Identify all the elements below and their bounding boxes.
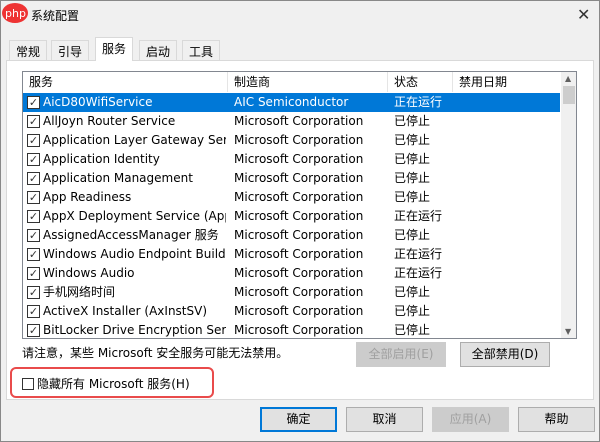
service-checkbox[interactable]: ✓ <box>27 96 40 109</box>
service-status: 已停止 <box>394 152 431 166</box>
service-row[interactable]: ✓ AicD80WifiService AIC Semiconductor 正在… <box>23 93 560 112</box>
close-icon[interactable]: ✕ <box>577 5 590 24</box>
service-checkbox[interactable]: ✓ <box>27 305 40 318</box>
service-row[interactable]: ✓ AllJoyn Router Service Microsoft Corpo… <box>23 112 560 131</box>
service-manufacturer: AIC Semiconductor <box>234 95 349 109</box>
column-disabled-date[interactable]: 禁用日期 <box>453 72 561 92</box>
column-manufacturer[interactable]: 制造商 <box>228 72 388 92</box>
service-status: 已停止 <box>394 133 431 147</box>
service-status: 已停止 <box>394 304 431 318</box>
service-name: BitLocker Drive Encryption Service <box>43 323 226 337</box>
service-name: Application Identity <box>43 152 160 166</box>
service-status: 已停止 <box>394 323 431 337</box>
service-manufacturer: Microsoft Corporation <box>234 209 364 223</box>
service-status: 正在运行 <box>394 247 443 261</box>
service-manufacturer: Microsoft Corporation <box>234 266 364 280</box>
services-list[interactable]: 服务 制造商 状态 禁用日期 ✓ AicD80WifiService AIC S… <box>22 71 577 339</box>
service-checkbox[interactable]: ✓ <box>27 210 40 223</box>
hide-ms-services-checkbox[interactable]: 隐藏所有 Microsoft 服务(H) <box>22 375 190 392</box>
service-manufacturer: Microsoft Corporation <box>234 285 364 299</box>
help-button[interactable]: 帮助 <box>518 407 595 432</box>
window-title: 系统配置 <box>31 9 80 23</box>
service-name: Windows Audio <box>43 266 135 280</box>
service-manufacturer: Microsoft Corporation <box>234 190 364 204</box>
service-checkbox[interactable]: ✓ <box>27 286 40 299</box>
column-status[interactable]: 状态 <box>388 72 453 92</box>
service-name: ActiveX Installer (AxInstSV) <box>43 304 208 318</box>
service-row[interactable]: ✓ 手机网络时间 Microsoft Corporation 已停止 <box>23 283 560 302</box>
apply-button[interactable]: 应用(A) <box>432 407 509 432</box>
service-manufacturer: Microsoft Corporation <box>234 114 364 128</box>
service-manufacturer: Microsoft Corporation <box>234 304 364 318</box>
service-checkbox[interactable]: ✓ <box>27 267 40 280</box>
service-row[interactable]: ✓ Application Layer Gateway Service Micr… <box>23 131 560 150</box>
service-manufacturer: Microsoft Corporation <box>234 152 364 166</box>
service-status: 正在运行 <box>394 95 443 109</box>
service-name: AppX Deployment Service (AppX... <box>43 209 226 223</box>
note-text: 请注意，某些 Microsoft 安全服务可能无法禁用。 <box>22 346 289 360</box>
service-row[interactable]: ✓ AssignedAccessManager 服务 Microsoft Cor… <box>23 226 560 245</box>
service-checkbox[interactable]: ✓ <box>27 153 40 166</box>
service-name: 手机网络时间 <box>43 285 116 299</box>
svg-text:php: php <box>5 7 26 20</box>
service-status: 正在运行 <box>394 209 443 223</box>
service-checkbox[interactable]: ✓ <box>27 248 40 261</box>
tab-startup[interactable]: 启动 <box>139 40 178 60</box>
service-row[interactable]: ✓ ActiveX Installer (AxInstSV) Microsoft… <box>23 302 560 321</box>
disable-all-button[interactable]: 全部禁用(D) <box>460 342 550 367</box>
service-name: Windows Audio Endpoint Builder <box>43 247 226 261</box>
service-checkbox[interactable]: ✓ <box>27 191 40 204</box>
service-row[interactable]: ✓ AppX Deployment Service (AppX... Micro… <box>23 207 560 226</box>
column-service[interactable]: 服务 <box>23 72 228 92</box>
tab-boot[interactable]: 引导 <box>51 40 90 60</box>
service-row[interactable]: ✓ Windows Audio Microsoft Corporation 正在… <box>23 264 560 283</box>
scrollbar[interactable]: ▲ ▼ <box>561 72 576 338</box>
service-manufacturer: Microsoft Corporation <box>234 228 364 242</box>
service-name: AicD80WifiService <box>43 93 226 112</box>
service-checkbox[interactable]: ✓ <box>27 115 40 128</box>
service-name: AssignedAccessManager 服务 <box>43 228 219 242</box>
service-status: 正在运行 <box>394 266 443 280</box>
service-status: 已停止 <box>394 228 431 242</box>
tab-services[interactable]: 服务 <box>95 37 134 61</box>
service-name: Application Layer Gateway Service <box>43 133 226 147</box>
service-manufacturer: Microsoft Corporation <box>234 133 364 147</box>
service-checkbox[interactable]: ✓ <box>27 229 40 242</box>
tab-general[interactable]: 常规 <box>9 40 48 60</box>
tab-tools[interactable]: 工具 <box>182 40 221 60</box>
service-name: Application Management <box>43 171 193 185</box>
service-row[interactable]: ✓ Application Identity Microsoft Corpora… <box>23 150 560 169</box>
service-status: 已停止 <box>394 171 431 185</box>
service-name: App Readiness <box>43 190 132 204</box>
checkbox-box[interactable] <box>22 377 34 390</box>
enable-all-button[interactable]: 全部启用(E) <box>356 342 446 367</box>
service-manufacturer: Microsoft Corporation <box>234 171 364 185</box>
cancel-button[interactable]: 取消 <box>346 407 423 432</box>
service-row[interactable]: ✓ Windows Audio Endpoint Builder Microso… <box>23 245 560 264</box>
service-checkbox[interactable]: ✓ <box>27 324 40 337</box>
service-row[interactable]: ✓ BitLocker Drive Encryption Service Mic… <box>23 321 560 338</box>
service-row[interactable]: ✓ App Readiness Microsoft Corporation 已停… <box>23 188 560 207</box>
service-checkbox[interactable]: ✓ <box>27 134 40 147</box>
ok-button[interactable]: 确定 <box>260 407 337 432</box>
service-status: 已停止 <box>394 114 431 128</box>
service-manufacturer: Microsoft Corporation <box>234 247 364 261</box>
hide-ms-label: 隐藏所有 Microsoft 服务(H) <box>37 377 190 391</box>
service-manufacturer: Microsoft Corporation <box>234 323 364 337</box>
service-name: AllJoyn Router Service <box>43 114 176 128</box>
service-checkbox[interactable]: ✓ <box>27 172 40 185</box>
service-row[interactable]: ✓ Application Management Microsoft Corpo… <box>23 169 560 188</box>
service-status: 已停止 <box>394 285 431 299</box>
service-status: 已停止 <box>394 190 431 204</box>
